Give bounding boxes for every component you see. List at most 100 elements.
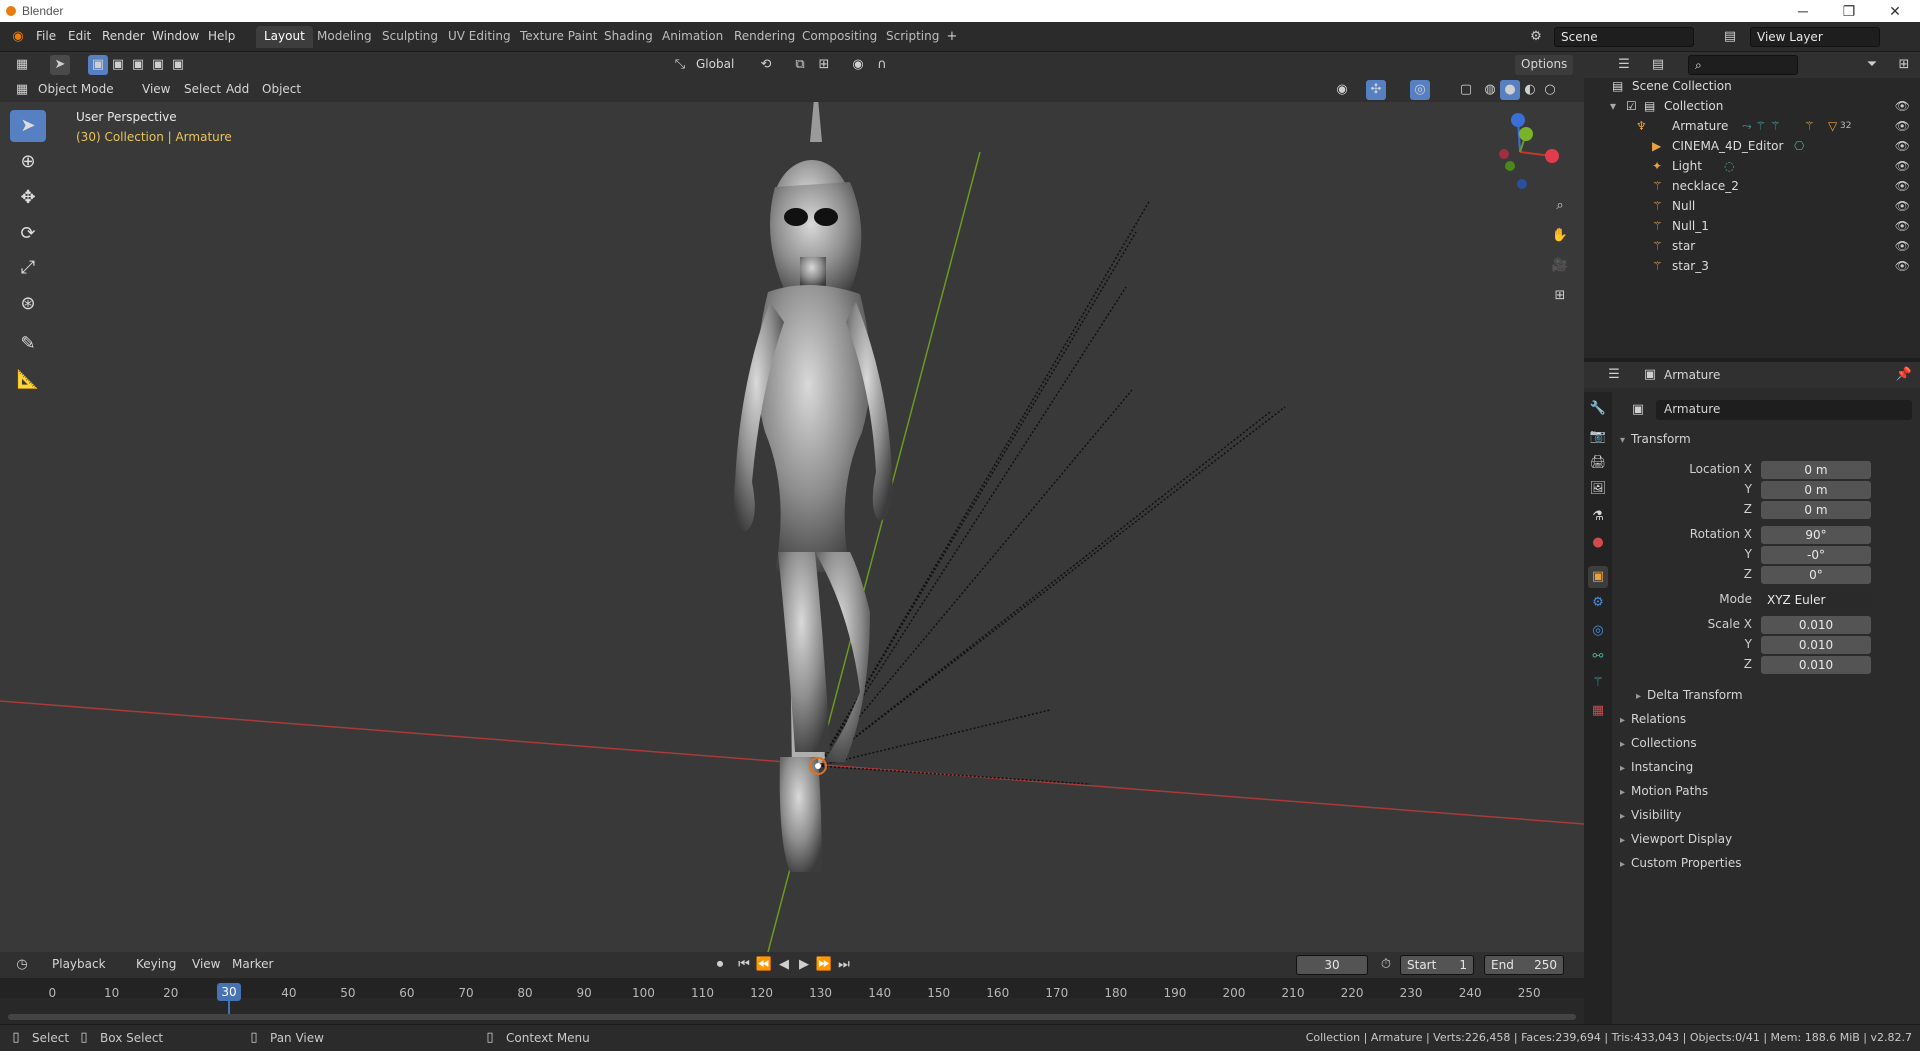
outliner-search-input[interactable]: ⌕ bbox=[1688, 55, 1798, 75]
tab-shading[interactable]: Shading bbox=[596, 26, 661, 48]
modifier-tab-icon[interactable]: ⚙ bbox=[1588, 592, 1608, 614]
eye-icon[interactable]: 👁 bbox=[1895, 136, 1910, 156]
scale-x-field[interactable]: 0.010 bbox=[1761, 616, 1871, 634]
rotation-mode-dropdown[interactable]: XYZ Euler bbox=[1761, 591, 1871, 609]
current-frame-field[interactable]: 30 bbox=[1296, 955, 1368, 975]
solid-shading-icon[interactable]: ● bbox=[1500, 80, 1520, 100]
jump-start-icon[interactable]: ⏮ bbox=[734, 955, 754, 975]
outliner-row-scene-collection[interactable]: ▤ Scene Collection bbox=[1584, 76, 1920, 96]
outliner-row-collection[interactable]: ▾ ☑ ▤ Collection 👁 bbox=[1584, 96, 1920, 116]
panel-delta-transform[interactable]: ▸ Delta Transform bbox=[1636, 688, 1743, 702]
object-data-tab-icon[interactable]: ⚚ bbox=[1588, 672, 1608, 694]
pivot-point-icon[interactable]: ⟲ bbox=[756, 55, 776, 75]
play-icon[interactable]: ▶ bbox=[794, 955, 814, 975]
viewport-menu-view[interactable]: View bbox=[136, 80, 176, 100]
cursor-tool-icon[interactable]: ⊕ bbox=[10, 146, 46, 178]
outliner-row-star-3[interactable]: ⚚ star_3 👁 bbox=[1584, 256, 1920, 276]
menu-window[interactable]: Window bbox=[152, 29, 199, 43]
eye-icon[interactable]: 👁 bbox=[1895, 196, 1910, 216]
snap-target-icon[interactable]: ⊞ bbox=[814, 55, 834, 75]
proportional-editing-icon[interactable]: ◉ bbox=[848, 55, 868, 75]
menu-edit[interactable]: Edit bbox=[68, 29, 91, 43]
outliner-row-null[interactable]: ⚚ Null 👁 bbox=[1584, 196, 1920, 216]
tab-layout[interactable]: Layout bbox=[256, 26, 313, 48]
expand-arrow-icon[interactable]: ▾ bbox=[1610, 96, 1616, 116]
toggle-ortho-icon[interactable]: ⊞ bbox=[1550, 286, 1570, 306]
filter-icon[interactable]: ⏷ bbox=[1862, 55, 1882, 75]
view-layer-icon[interactable]: ▤ bbox=[1720, 27, 1740, 47]
maximize-icon[interactable]: ❐ bbox=[1826, 0, 1872, 22]
outliner-row-light[interactable]: ✦ Light ◌ 👁 bbox=[1584, 156, 1920, 176]
select-invert-mode-icon[interactable]: ▣ bbox=[148, 55, 168, 75]
physics-tab-icon[interactable]: ◎ bbox=[1588, 620, 1608, 642]
jump-end-icon[interactable]: ⏭ bbox=[834, 955, 854, 975]
render-tab-icon[interactable]: 📷 bbox=[1588, 426, 1608, 448]
close-icon[interactable]: ✕ bbox=[1872, 0, 1918, 22]
panel-collections[interactable]: ▸ Collections bbox=[1620, 736, 1697, 750]
transform-orientation-dropdown[interactable]: Global bbox=[690, 55, 740, 75]
eye-icon[interactable]: 👁 bbox=[1895, 176, 1910, 196]
checkbox-icon[interactable]: ☑ bbox=[1626, 96, 1637, 116]
panel-viewport-display[interactable]: ▸ Viewport Display bbox=[1620, 832, 1732, 846]
scale-z-field[interactable]: 0.010 bbox=[1761, 656, 1871, 674]
measure-tool-icon[interactable]: 📐 bbox=[10, 364, 46, 396]
playhead-frame-label[interactable]: 30 bbox=[217, 983, 241, 1001]
rotation-y-field[interactable]: -0° bbox=[1761, 546, 1871, 564]
tab-rendering[interactable]: Rendering bbox=[726, 26, 803, 48]
scale-tool-icon[interactable]: ⤢ bbox=[10, 252, 46, 284]
viewport-menu-object[interactable]: Object bbox=[256, 80, 307, 100]
minimize-icon[interactable]: ─ bbox=[1780, 0, 1826, 22]
panel-transform-header[interactable]: ▾ Transform bbox=[1620, 432, 1691, 446]
preview-range-icon[interactable]: ⏱ bbox=[1376, 955, 1396, 975]
view-layer-tab-icon[interactable]: 🖼 bbox=[1588, 478, 1608, 500]
overlays-toggle-icon[interactable]: ◎ bbox=[1410, 80, 1430, 100]
rotation-z-field[interactable]: 0° bbox=[1761, 566, 1871, 584]
viewport-menu-add[interactable]: Add bbox=[220, 80, 255, 100]
tab-sculpting[interactable]: Sculpting bbox=[374, 26, 446, 48]
start-frame-field[interactable]: Start 1 bbox=[1400, 955, 1474, 975]
select-intersect-mode-icon[interactable]: ▣ bbox=[168, 55, 188, 75]
jump-keyframe-forward-icon[interactable]: ⏩ bbox=[814, 955, 834, 975]
camera-view-icon[interactable]: 🎥 bbox=[1550, 256, 1570, 276]
eye-icon[interactable]: 👁 bbox=[1895, 116, 1910, 136]
eye-icon[interactable]: 👁 bbox=[1895, 156, 1910, 176]
timeline-menu-playback[interactable]: Playback bbox=[46, 955, 112, 975]
object-tab-icon[interactable]: ▣ bbox=[1588, 566, 1608, 588]
eye-icon[interactable]: 👁 bbox=[1895, 216, 1910, 236]
wireframe-shading-icon[interactable]: ◍ bbox=[1480, 80, 1500, 100]
tab-uv-editing[interactable]: UV Editing bbox=[440, 26, 519, 48]
panel-custom-properties[interactable]: ▸ Custom Properties bbox=[1620, 856, 1741, 870]
timeline-menu-keying[interactable]: Keying bbox=[130, 955, 182, 975]
rotation-x-field[interactable]: 90° bbox=[1761, 526, 1871, 544]
menu-render[interactable]: Render bbox=[102, 29, 145, 43]
properties-editor-icon[interactable]: ☰ bbox=[1604, 365, 1624, 385]
jump-keyframe-back-icon[interactable]: ⏪ bbox=[754, 955, 774, 975]
scene-selector-icon[interactable]: ⚙ bbox=[1526, 27, 1546, 47]
outliner-editor-icon[interactable]: ☰ bbox=[1614, 55, 1634, 75]
pin-icon[interactable]: 📌 bbox=[1894, 365, 1914, 385]
options-dropdown[interactable]: Options bbox=[1515, 55, 1574, 75]
end-frame-field[interactable]: End 250 bbox=[1484, 955, 1564, 975]
record-icon[interactable]: ⏺ bbox=[710, 955, 730, 975]
navigation-gizmo[interactable] bbox=[1480, 112, 1560, 192]
timeline-menu-marker[interactable]: Marker bbox=[226, 955, 279, 975]
xray-toggle-icon[interactable]: ▢ bbox=[1456, 80, 1476, 100]
outliner-row-necklace-2[interactable]: ⚚ necklace_2 👁 bbox=[1584, 176, 1920, 196]
select-extend-mode-icon[interactable]: ▣ bbox=[108, 55, 128, 75]
tool-tab-icon[interactable]: 🔧 bbox=[1588, 398, 1608, 420]
annotate-tool-icon[interactable]: ✎ bbox=[10, 328, 46, 360]
select-box-mode-icon[interactable]: ▣ bbox=[88, 55, 108, 75]
location-x-field[interactable]: 0 m bbox=[1761, 461, 1871, 479]
pan-hand-icon[interactable]: ✋ bbox=[1550, 226, 1570, 246]
object-type-icon[interactable]: ▣ bbox=[1628, 400, 1648, 420]
menu-file[interactable]: File bbox=[36, 29, 56, 43]
snap-icon[interactable]: ⧉ bbox=[790, 55, 810, 75]
zoom-icon[interactable]: ⌕ bbox=[1550, 196, 1570, 216]
select-subtract-mode-icon[interactable]: ▣ bbox=[128, 55, 148, 75]
eye-icon[interactable]: 👁 bbox=[1895, 96, 1910, 116]
world-tab-icon[interactable]: ● bbox=[1588, 532, 1608, 554]
material-shading-icon[interactable]: ◐ bbox=[1520, 80, 1540, 100]
tab-scripting[interactable]: Scripting bbox=[878, 26, 947, 48]
outliner-row-null-1[interactable]: ⚚ Null_1 👁 bbox=[1584, 216, 1920, 236]
location-z-field[interactable]: 0 m bbox=[1761, 501, 1871, 519]
